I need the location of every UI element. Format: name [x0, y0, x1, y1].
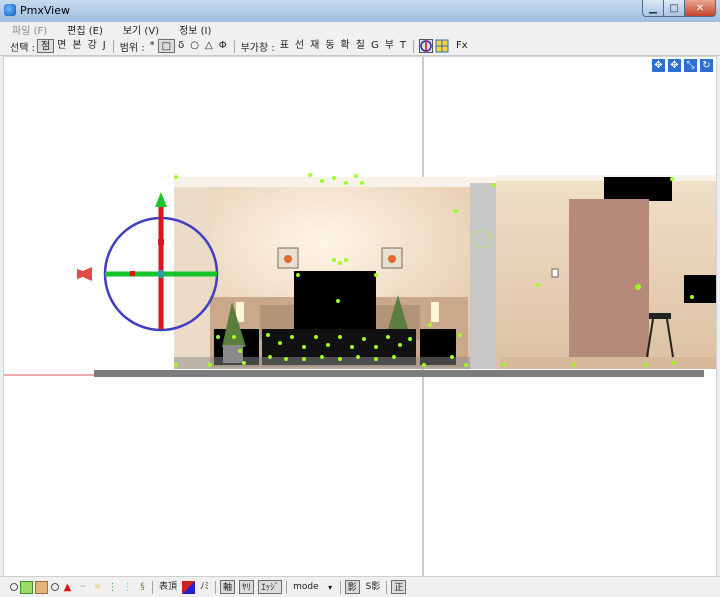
axis-button[interactable]: 軸: [220, 580, 236, 594]
select-label: 선택 :: [10, 42, 35, 54]
wave-icon[interactable]: ~: [76, 581, 89, 594]
range-phi-button[interactable]: Φ: [216, 39, 230, 53]
aux-t-button[interactable]: T: [397, 39, 409, 53]
menu-file[interactable]: 파일 (F): [12, 22, 47, 37]
window-title: PmxView: [20, 4, 70, 17]
grid-toggle-icon[interactable]: [435, 39, 449, 53]
range-rect-button[interactable]: □: [157, 39, 176, 53]
statusbar-separator: [152, 580, 153, 594]
yellow-link-icon[interactable]: ∞: [91, 581, 104, 594]
status-bar: ▲ ~ ∞ ⋮ ⋮ § 表頂 ﾉﾐ 軸 ﾔﾘ ｴｯｼﾞ mode ▾ 影 S影 …: [0, 576, 720, 597]
mode-dropdown[interactable]: mode: [291, 580, 321, 594]
color-swatch-icon[interactable]: [182, 580, 196, 594]
range-delta-button[interactable]: δ: [175, 39, 187, 53]
title-bar: PmxView ▁ □ ✕: [0, 0, 720, 23]
select-bone-button[interactable]: 본: [69, 39, 84, 53]
cyan-bone-icon[interactable]: ⋮: [121, 581, 134, 594]
range-triangle-button[interactable]: △: [202, 39, 216, 53]
aux-sub-button[interactable]: 부: [382, 39, 397, 53]
zoom-view-icon[interactable]: ⤡: [684, 59, 697, 72]
statusbar-separator: [339, 580, 341, 594]
range-all-button[interactable]: *: [147, 39, 158, 53]
aux-zoom-button[interactable]: 확: [338, 39, 353, 53]
aux-paint-button[interactable]: 칠: [353, 39, 368, 53]
toolbar-separator: [413, 39, 414, 53]
toolbar-separator: [112, 39, 114, 53]
statusbar-separator: [215, 580, 217, 594]
aux-g-button[interactable]: G: [368, 39, 382, 53]
green-bone-icon[interactable]: ⋮: [106, 581, 119, 594]
menu-info[interactable]: 정보 (I): [179, 22, 211, 37]
select-face-button[interactable]: 면: [54, 39, 69, 53]
aux-line-button[interactable]: 선: [292, 39, 307, 53]
3d-viewport[interactable]: ✥ ✥ ⤡ ↻: [3, 56, 717, 577]
statusbar-separator: [386, 580, 388, 594]
menu-edit[interactable]: 편집 (E): [67, 22, 103, 37]
triangle-red-icon[interactable]: ▲: [61, 581, 74, 594]
green-display-icon[interactable]: [20, 580, 33, 594]
range-label: 범위 :: [119, 42, 145, 54]
self-shadow-button[interactable]: S影: [364, 580, 383, 594]
fx-button[interactable]: Fx: [453, 39, 471, 53]
joint-icon[interactable]: §: [136, 581, 149, 594]
normal-mode-icon[interactable]: [51, 583, 59, 591]
ik-button[interactable]: ﾔﾘ: [239, 580, 255, 594]
app-icon: [4, 4, 16, 16]
gizmo-toggle-icon[interactable]: [419, 39, 433, 53]
menu-bar: 파일 (F) 편집 (E) 보기 (V) 정보 (I): [0, 22, 720, 37]
scale-button[interactable]: ﾉﾐ: [198, 580, 211, 594]
viewport-canvas[interactable]: [4, 57, 717, 577]
select-joint-button[interactable]: J: [100, 39, 109, 53]
mark-button[interactable]: 表頂: [157, 580, 179, 594]
toolbar-separator: [233, 39, 235, 53]
move-view-icon[interactable]: ✥: [652, 59, 665, 72]
chevron-down-icon: ▾: [328, 582, 333, 592]
shadow-button[interactable]: 影: [344, 580, 360, 594]
rotate-view-icon[interactable]: ↻: [700, 59, 713, 72]
edge-button[interactable]: ｴｯｼﾞ: [258, 580, 283, 594]
aux-material-button[interactable]: 재: [307, 39, 322, 53]
select-rigid-button[interactable]: 강: [85, 39, 100, 53]
select-vertex-button[interactable]: 점: [36, 39, 55, 53]
vertex-mode-icon[interactable]: [10, 583, 18, 591]
aux-label: 부가창 :: [240, 42, 275, 54]
aux-table-button[interactable]: 표: [277, 39, 292, 53]
range-circle-button[interactable]: ○: [187, 39, 202, 53]
close-button[interactable]: ✕: [684, 0, 716, 17]
toolbar: 선택 : 점 면 본 강 J 범위 : * □ δ ○ △ Φ 부가창 : 표 …: [0, 37, 720, 56]
maximize-button[interactable]: □: [663, 0, 685, 17]
pan-view-icon[interactable]: ✥: [668, 59, 681, 72]
aux-motion-button[interactable]: 동: [322, 39, 337, 53]
orange-display-icon[interactable]: [35, 580, 48, 594]
menu-view[interactable]: 보기 (V): [123, 22, 159, 37]
minimize-button[interactable]: ▁: [642, 0, 664, 17]
camera-controls: ✥ ✥ ⤡ ↻: [651, 59, 714, 72]
ortho-button[interactable]: 正: [391, 580, 407, 594]
statusbar-separator: [286, 580, 288, 594]
